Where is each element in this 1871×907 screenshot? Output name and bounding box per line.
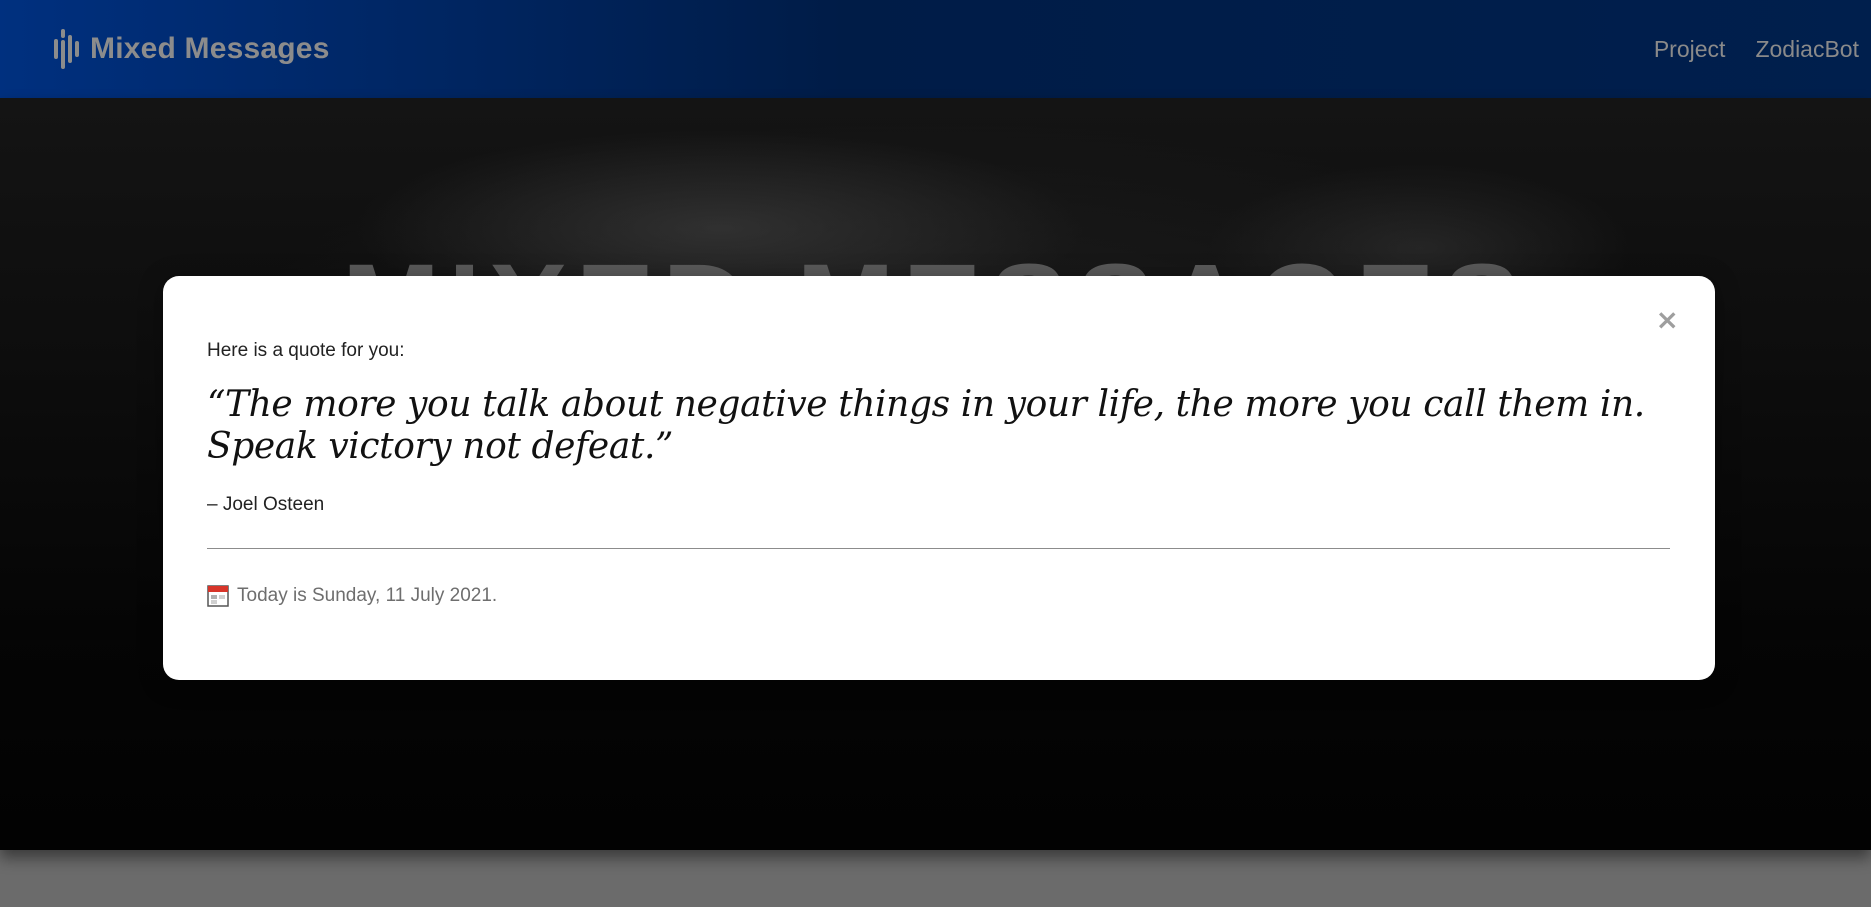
quote-text: “The more you talk about negative things… (207, 384, 1645, 467)
audio-bars-icon (52, 27, 80, 71)
quote-author: – Joel Osteen (207, 494, 325, 515)
modal-intro: Here is a quote for you: (207, 340, 405, 361)
brand-link[interactable]: Mixed Messages (52, 27, 330, 71)
navbar: Mixed Messages Project ZodiacBot (0, 0, 1871, 98)
page: Mixed Messages Project ZodiacBot MIXED M… (0, 0, 1871, 907)
close-icon[interactable]: × (1656, 306, 1679, 334)
date-row: Today is Sunday, 11 July 2021. (207, 585, 1670, 607)
date-text: Today is Sunday, 11 July 2021. (237, 585, 498, 606)
divider (207, 548, 1670, 549)
nav-link-project[interactable]: Project (1654, 36, 1726, 63)
quote-modal: × Here is a quote for you: “The more you… (163, 276, 1715, 680)
calendar-icon (207, 585, 229, 607)
brand-name: Mixed Messages (90, 32, 330, 65)
nav-links: Project ZodiacBot (1624, 36, 1859, 63)
nav-link-zodiacbot[interactable]: ZodiacBot (1755, 36, 1859, 63)
